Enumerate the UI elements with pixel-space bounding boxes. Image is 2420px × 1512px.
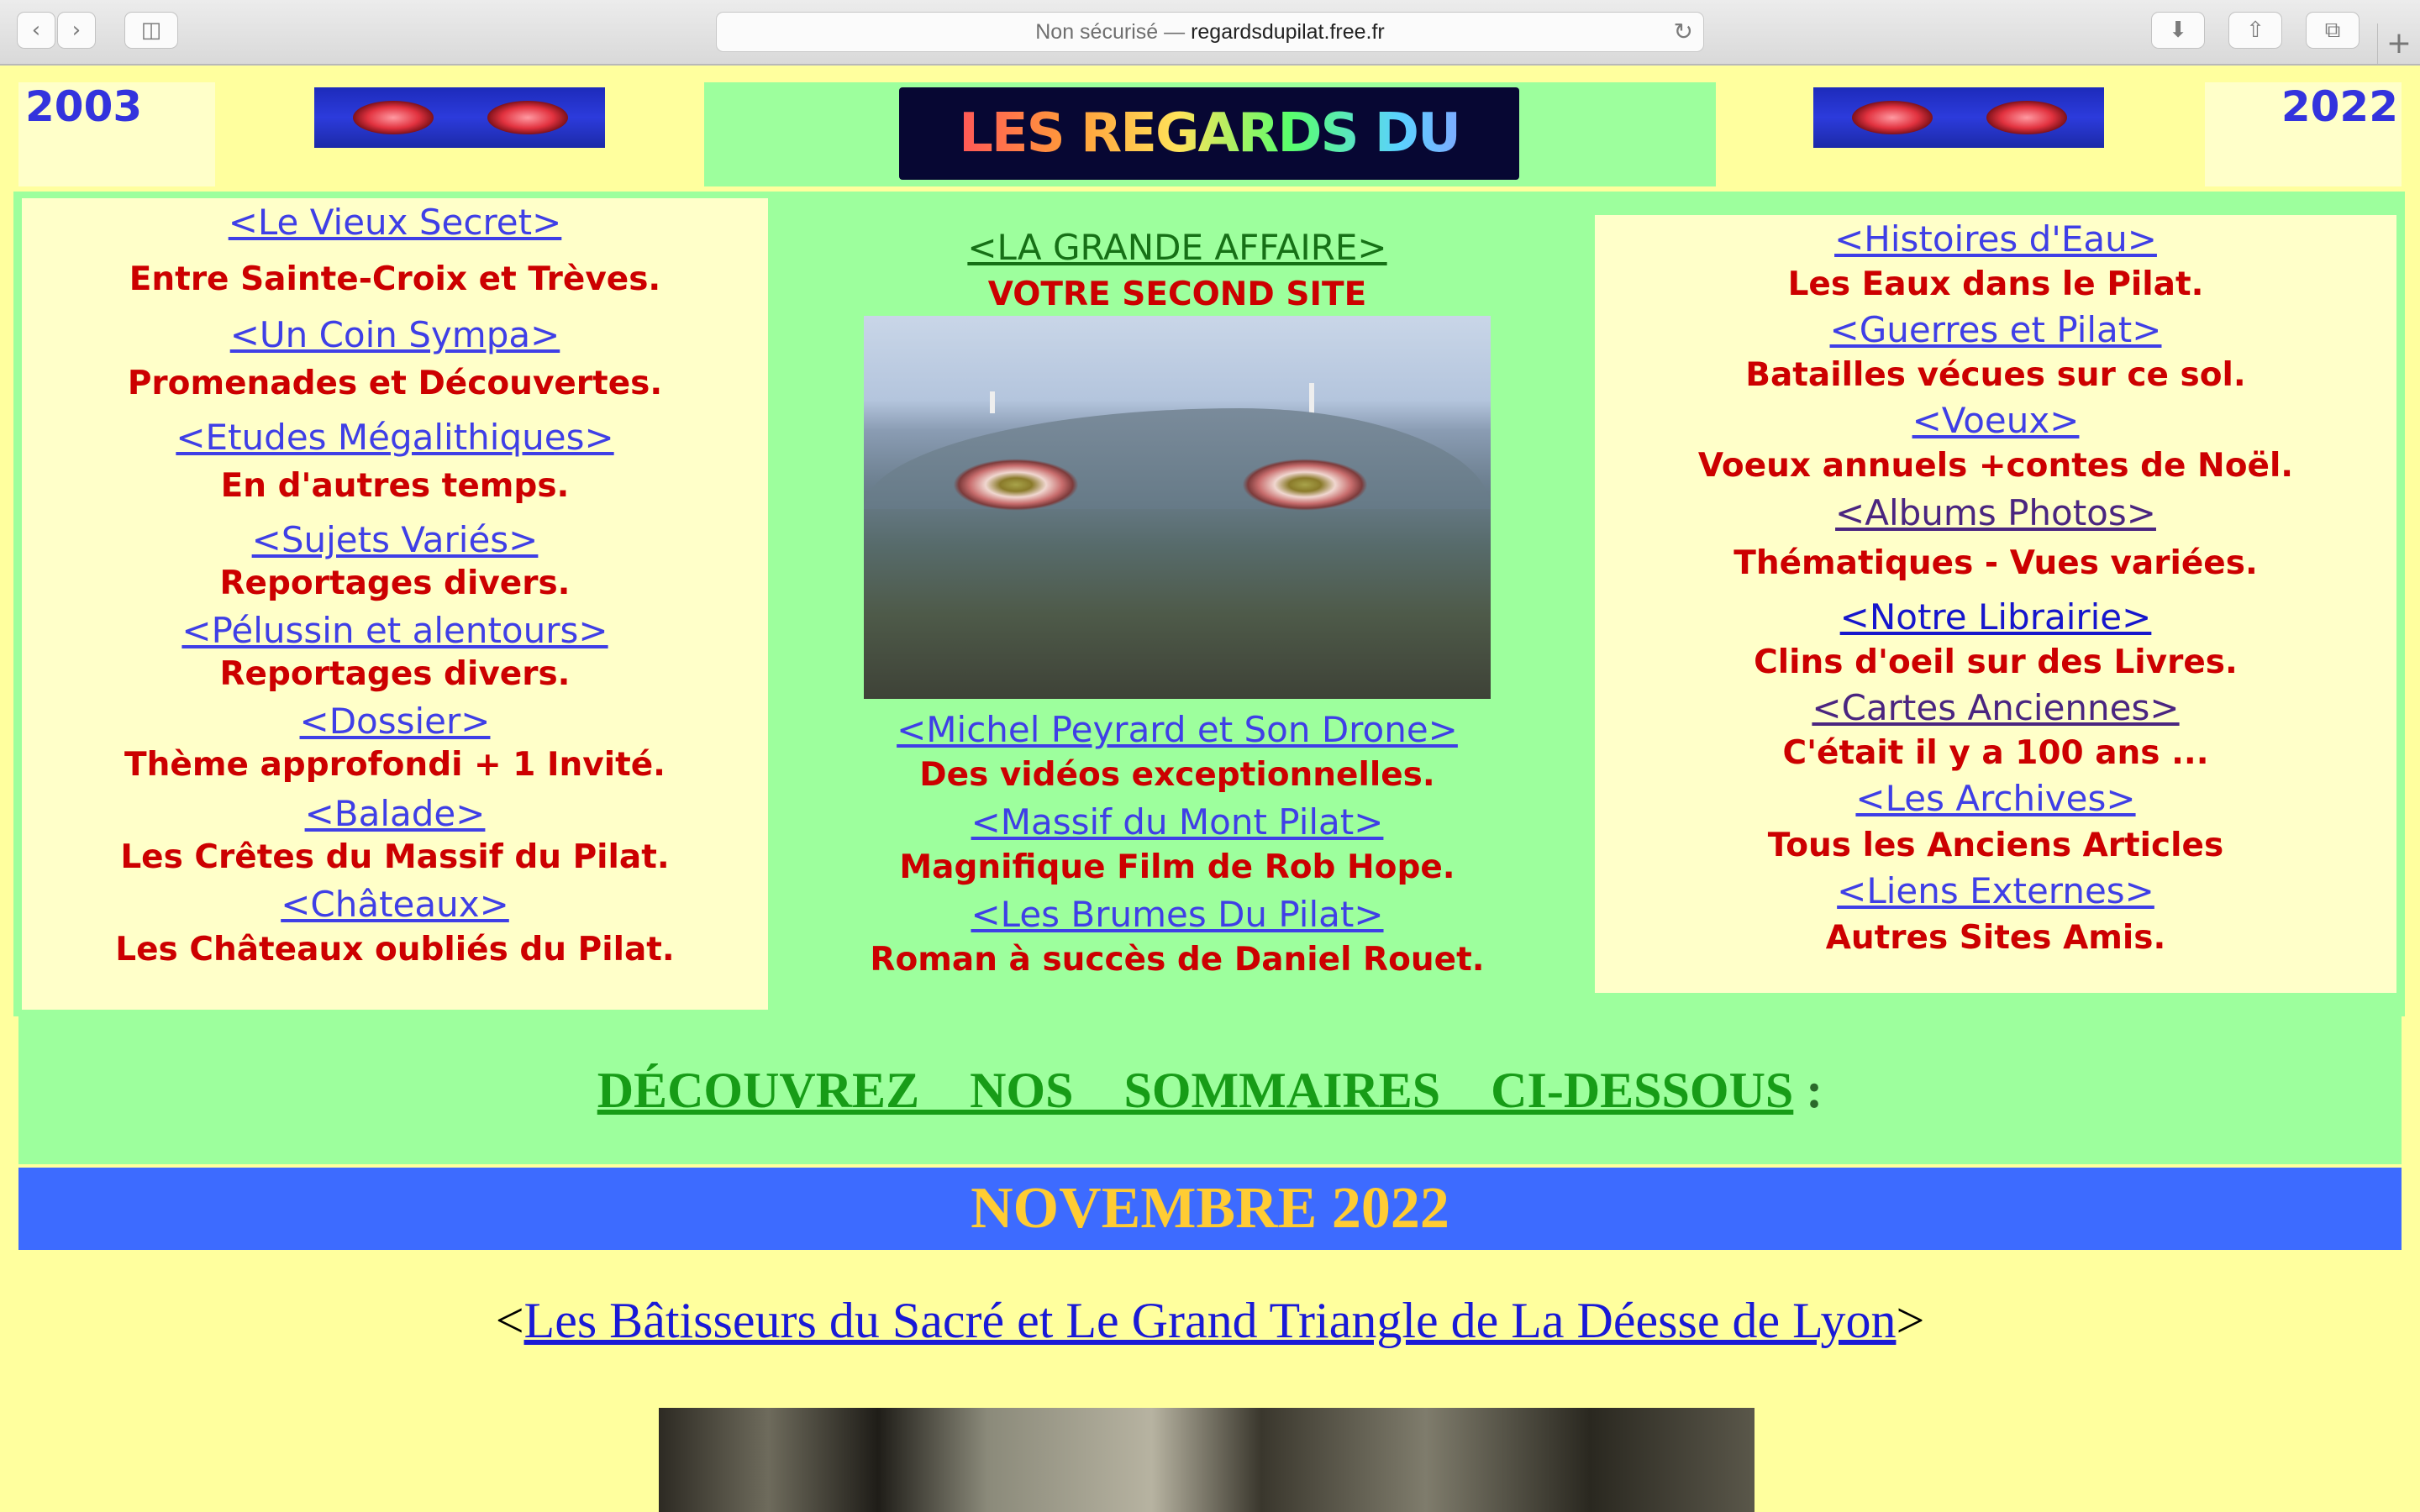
desc-un-coin-sympa: Promenades et Découvertes. [127, 365, 663, 402]
link-chateaux[interactable]: <Châteaux> [22, 884, 768, 925]
link-guerres-et-pilat[interactable]: <Guerres et Pilat> [1595, 309, 2396, 350]
eyes-banner-right [1813, 87, 2104, 148]
article-photo[interactable] [659, 1408, 1754, 1512]
desc-massif-mont-pilat: Magnifique Film de Rob Hope. [899, 848, 1455, 886]
desc-liens-externes: Autres Sites Amis. [1825, 919, 2166, 957]
security-status: Non sécurisé — [1035, 20, 1186, 44]
desc-les-archives: Tous les Anciens Articles [1767, 827, 2224, 864]
eyes-mountain-photo[interactable] [864, 316, 1491, 699]
desc-albums-photos: Thématiques - Vues variées. [1733, 544, 2258, 582]
site-logo[interactable]: LES REGARDS DU PILAT [899, 87, 1519, 257]
article-title-line: <Les Bâtisseurs du Sacré et Le Grand Tri… [0, 1292, 2420, 1350]
download-icon[interactable]: ⬇ [2151, 12, 2205, 49]
new-tab-icon[interactable]: + [2377, 24, 2420, 64]
link-massif-mont-pilat[interactable]: <Massif du Mont Pilat> [768, 801, 1586, 843]
desc-sujets-varies: Reportages divers. [219, 564, 571, 602]
link-le-vieux-secret[interactable]: <Le Vieux Secret> [22, 202, 768, 243]
link-dossier[interactable]: <Dossier> [22, 701, 768, 742]
eyes-banner-left [314, 87, 605, 148]
address-bar[interactable]: Non sécurisé — regardsdupilat.free.fr ↻ [716, 12, 1704, 52]
desc-chateaux: Les Châteaux oubliés du Pilat. [115, 931, 675, 969]
link-balade[interactable]: <Balade> [22, 793, 768, 834]
desc-notre-librairie: Clins d'oeil sur des Livres. [1754, 643, 2238, 681]
desc-michel-peyrard: Des vidéos exceptionnelles. [919, 756, 1435, 794]
sommaires-heading: DÉCOUVREZ NOS SOMMAIRES CI-DESSOUS : [18, 1016, 2402, 1164]
desc-les-brumes: Roman à succès de Daniel Rouet. [870, 941, 1485, 979]
month-banner: NOVEMBRE 2022 [18, 1168, 2402, 1250]
link-notre-librairie[interactable]: <Notre Librairie> [1595, 596, 2396, 638]
desc-cartes-anciennes: C'était il y a 100 ans ... [1782, 734, 2209, 772]
link-les-archives[interactable]: <Les Archives> [1595, 778, 2396, 819]
left-column: <Le Vieux Secret> Entre Sainte-Croix et … [22, 198, 768, 1010]
back-icon[interactable]: ‹ [17, 12, 55, 49]
link-liens-externes[interactable]: <Liens Externes> [1595, 870, 2396, 911]
sommaires-link[interactable]: DÉCOUVREZ NOS SOMMAIRES CI-DESSOUS [597, 1063, 1794, 1118]
link-cartes-anciennes[interactable]: <Cartes Anciennes> [1595, 687, 2396, 728]
desc-le-vieux-secret: Entre Sainte-Croix et Trèves. [129, 260, 661, 298]
sidebar-icon[interactable]: ◫ [124, 12, 178, 49]
desc-etudes-megalithiques: En d'autres temps. [220, 467, 570, 505]
browser-toolbar: ‹ › ◫ Non sécurisé — regardsdupilat.free… [0, 0, 2420, 66]
link-etudes-megalithiques[interactable]: <Etudes Mégalithiques> [22, 417, 768, 458]
article-bracket-open: < [495, 1293, 524, 1348]
share-icon[interactable]: ⇧ [2228, 12, 2282, 49]
desc-pelussin: Reportages divers. [219, 655, 571, 693]
article-bracket-close: > [1896, 1293, 1925, 1348]
year-end: 2022 [2205, 82, 2402, 186]
desc-guerres-et-pilat: Batailles vécues sur ce sol. [1745, 356, 2246, 394]
forward-icon[interactable]: › [57, 12, 96, 49]
article-title-link[interactable]: Les Bâtisseurs du Sacré et Le Grand Tria… [524, 1293, 1897, 1348]
sommaires-colon: : [1793, 1063, 1823, 1118]
desc-histoires-deau: Les Eaux dans le Pilat. [1787, 265, 2204, 303]
link-les-brumes[interactable]: <Les Brumes Du Pilat> [768, 894, 1586, 935]
desc-dossier: Thème approfondi + 1 Invité. [124, 746, 666, 784]
link-histoires-deau[interactable]: <Histoires d'Eau> [1595, 218, 2396, 260]
year-start: 2003 [18, 82, 215, 186]
desc-voeux: Voeux annuels +contes de Noël. [1697, 447, 2294, 485]
link-michel-peyrard[interactable]: <Michel Peyrard et Son Drone> [768, 709, 1586, 750]
url-domain: regardsdupilat.free.fr [1191, 20, 1385, 44]
tabs-icon[interactable]: ⧉ [2306, 12, 2360, 49]
right-column: <Histoires d'Eau> Les Eaux dans le Pilat… [1595, 215, 2396, 993]
link-pelussin[interactable]: <Pélussin et alentours> [22, 610, 768, 651]
desc-la-grande-affaire: VOTRE SECOND SITE [987, 276, 1367, 313]
link-albums-photos[interactable]: <Albums Photos> [1595, 492, 2396, 533]
link-sujets-varies[interactable]: <Sujets Variés> [22, 519, 768, 560]
reload-icon[interactable]: ↻ [1674, 13, 1693, 51]
link-la-grande-affaire[interactable]: <LA GRANDE AFFAIRE> [768, 227, 1586, 268]
link-voeux[interactable]: <Voeux> [1595, 400, 2396, 441]
link-un-coin-sympa[interactable]: <Un Coin Sympa> [22, 314, 768, 355]
desc-balade: Les Crêtes du Massif du Pilat. [120, 838, 670, 876]
